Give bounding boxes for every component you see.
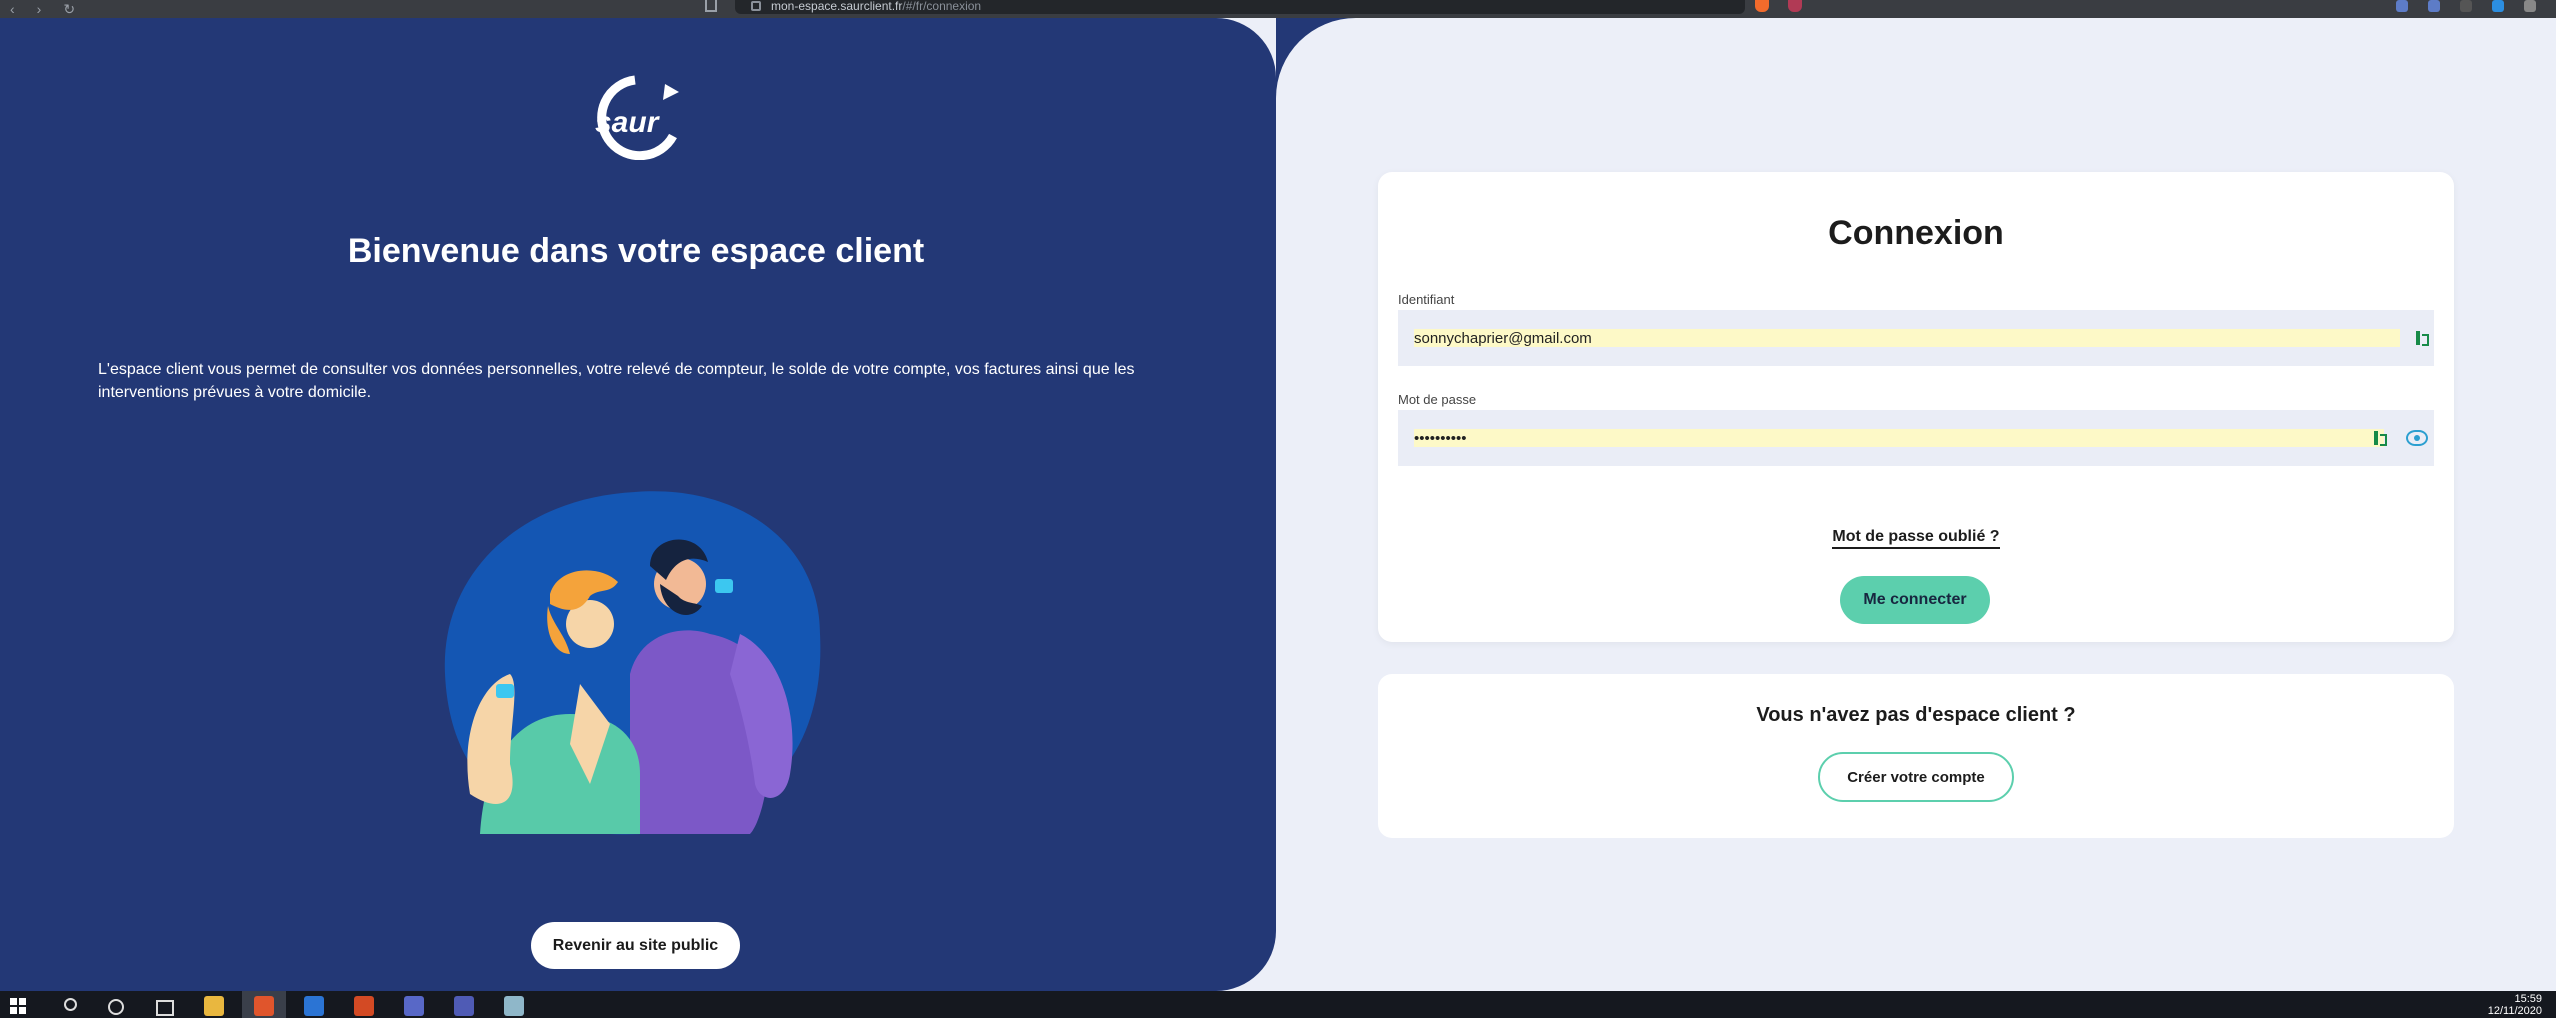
- reload-icon[interactable]: ↻: [63, 1, 75, 18]
- password-label: Mot de passe: [1398, 392, 1477, 407]
- brave-browser-icon[interactable]: [254, 996, 274, 1016]
- extension-icon[interactable]: [2460, 0, 2472, 12]
- forgot-password-link-wrap: Mot de passe oublié ?: [1378, 528, 2454, 549]
- back-icon[interactable]: ‹: [10, 1, 15, 17]
- clock-time: 15:59: [2514, 993, 2542, 1005]
- url-path: /#/fr/connexion: [902, 0, 982, 13]
- signup-title: Vous n'avez pas d'espace client ?: [1756, 704, 2076, 726]
- office-icon[interactable]: [354, 996, 374, 1016]
- app-icon[interactable]: [304, 996, 324, 1016]
- password-manager-icon[interactable]: [2416, 331, 2429, 346]
- bookmark-icon[interactable]: [705, 0, 717, 12]
- app-icon[interactable]: [404, 996, 424, 1016]
- extension-icons: [2396, 0, 2536, 12]
- forgot-password-link[interactable]: Mot de passe oublié ?: [1832, 528, 2000, 549]
- start-menu-icon[interactable]: [10, 996, 30, 1016]
- identifiant-label: Identifiant: [1398, 292, 1455, 307]
- extension-icon[interactable]: [2396, 0, 2408, 12]
- address-bar[interactable]: mon-espace.saurclient.fr/#/fr/connexion: [735, 0, 1745, 14]
- people-drinking-water-illustration: [444, 491, 821, 835]
- show-password-eye-icon[interactable]: [2406, 430, 2428, 446]
- password-field: [1398, 410, 2434, 466]
- browser-toolbar: ‹ › ↻ mon-espace.saurclient.fr/#/fr/conn…: [0, 0, 2556, 18]
- password-manager-icon[interactable]: [2374, 431, 2387, 446]
- forward-icon[interactable]: ›: [37, 1, 42, 17]
- cortana-icon[interactable]: [106, 996, 126, 1016]
- system-clock[interactable]: 15:59 12/11/2020: [2488, 993, 2542, 1017]
- browser-nav: ‹ › ↻: [10, 0, 75, 18]
- back-to-public-site-button[interactable]: Revenir au site public: [531, 922, 740, 969]
- login-card: Connexion Identifiant Mot de passe Mot d…: [1378, 172, 2454, 642]
- url-domain: mon-espace.saurclient.fr: [771, 0, 903, 13]
- lock-icon: [751, 1, 761, 11]
- saur-logo: saur: [595, 75, 679, 160]
- windows-taskbar: 15:59 12/11/2020: [0, 991, 2556, 1018]
- create-account-button[interactable]: Créer votre compte: [1818, 752, 2014, 802]
- welcome-panel: saur Bienvenue dans votre espace client …: [0, 18, 1276, 991]
- menu-icon[interactable]: [2524, 0, 2536, 12]
- password-input[interactable]: [1414, 429, 2384, 447]
- app-icon[interactable]: [504, 996, 524, 1016]
- panel-corner: [1276, 18, 1356, 98]
- welcome-title: Bienvenue dans votre espace client: [347, 232, 925, 270]
- task-view-icon[interactable]: [154, 996, 174, 1016]
- identifiant-input[interactable]: [1414, 329, 2400, 347]
- brave-shield-icon[interactable]: [1755, 0, 1769, 12]
- intro-text: L'espace client vous permet de consulter…: [98, 361, 1135, 401]
- svg-text:saur: saur: [595, 106, 661, 139]
- login-button[interactable]: Me connecter: [1840, 576, 1990, 624]
- file-explorer-icon[interactable]: [204, 996, 224, 1016]
- identifiant-field: [1398, 310, 2434, 366]
- search-icon[interactable]: [60, 996, 80, 1016]
- login-title: Connexion: [1828, 214, 2004, 252]
- signup-card: Vous n'avez pas d'espace client ? Créer …: [1378, 674, 2454, 838]
- extension-icon[interactable]: [2428, 0, 2440, 12]
- clock-date: 12/11/2020: [2487, 1005, 2542, 1017]
- teams-icon[interactable]: [454, 996, 474, 1016]
- brave-rewards-icon[interactable]: [1788, 0, 1802, 12]
- extension-icon[interactable]: [2492, 0, 2504, 12]
